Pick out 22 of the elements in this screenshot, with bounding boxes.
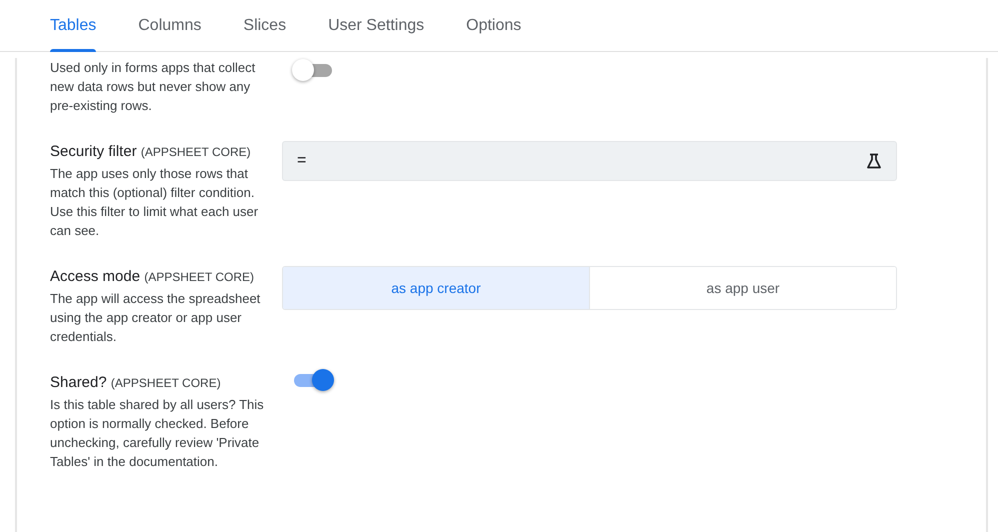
segment-option[interactable]: as app creator <box>283 267 589 309</box>
formula-value: = <box>297 152 306 170</box>
setting-tag: (APPSHEET CORE) <box>110 376 221 390</box>
setting-title: Access mode <box>50 268 140 285</box>
setting-title: Security filter <box>50 143 137 160</box>
tab[interactable]: Slices <box>222 0 308 51</box>
setting-tag: (APPSHEET CORE) <box>144 270 254 284</box>
setting-description: The app will access the spreadsheet using the app creator or app user credentials. <box>50 290 262 346</box>
tab[interactable]: Options <box>445 0 542 51</box>
setting-tag: (APPSHEET CORE) <box>140 145 251 159</box>
flask-icon[interactable] <box>866 153 882 169</box>
formula-field[interactable]: = <box>282 141 897 181</box>
setting-description: Is this table shared by all users? This option is normally checked. Before unchecking, carefully review 'Private Tables' in the documentation. <box>50 396 265 471</box>
toggle-switch[interactable] <box>292 368 334 392</box>
setting-description: The app uses only those rows that match this (optional) filter condition. Use this filter to limit what each user can see. <box>50 165 260 240</box>
toggle-switch[interactable] <box>292 58 334 82</box>
segment-option[interactable]: as app user <box>589 267 896 309</box>
setting-title: Shared? <box>50 374 107 391</box>
setting-description: Used only in forms apps that collect new data rows but never show any pre-existing rows. <box>50 59 256 115</box>
tab[interactable]: Columns <box>117 0 222 51</box>
tab[interactable]: Tables <box>29 0 118 51</box>
tab[interactable]: User Settings <box>307 0 446 51</box>
